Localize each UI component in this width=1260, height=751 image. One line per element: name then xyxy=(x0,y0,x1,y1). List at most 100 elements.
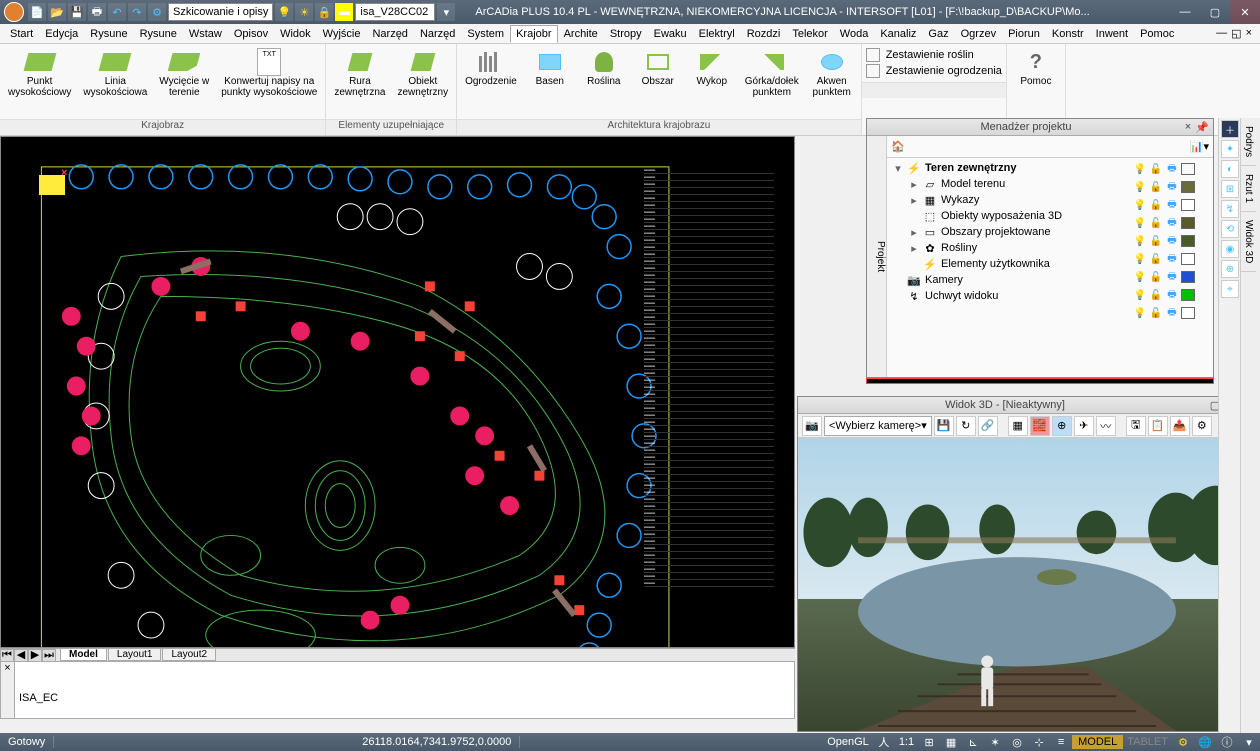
ribbon-button[interactable]: Punktwysokościowy xyxy=(4,48,75,100)
ribbon-button[interactable]: Liniawysokościowa xyxy=(79,48,151,100)
visibility-icon[interactable]: 💡 xyxy=(1133,306,1147,320)
pm-filter-icon[interactable]: 📊▾ xyxy=(1190,140,1209,153)
status-chevron-icon[interactable]: ▾ xyxy=(1238,735,1260,749)
pm-sidebar-tab[interactable]: Projekt xyxy=(867,136,887,377)
status-info-icon[interactable]: ⓘ xyxy=(1216,735,1238,749)
cad-viewport[interactable]: X Y × ——————————————————————————————————… xyxy=(0,136,795,648)
tree-row[interactable]: ⚡Elementy użytkownika xyxy=(889,256,1131,272)
view3d-link-icon[interactable]: 🔗 xyxy=(978,416,998,436)
ribbon-tab-ewaku[interactable]: Ewaku xyxy=(648,25,693,43)
pm-home-icon[interactable]: 🏠 xyxy=(891,140,905,153)
ribbon-tab-rysune[interactable]: Rysune xyxy=(134,25,183,43)
status-snap-icon[interactable]: ⊞ xyxy=(918,735,940,749)
vtb-tool6-icon[interactable]: ◉ xyxy=(1221,240,1239,258)
ribbon-tab-rozdzi[interactable]: Rozdzi xyxy=(741,25,787,43)
view3d-render[interactable] xyxy=(798,438,1240,731)
color-swatch[interactable] xyxy=(1181,235,1195,247)
status-world-icon[interactable]: 🌐 xyxy=(1194,735,1216,749)
ribbon-tab-widok[interactable]: Widok xyxy=(274,25,317,43)
view3d-camera-combo[interactable]: <Wybierz kamerę>▾ xyxy=(824,416,932,436)
print-icon[interactable]: 🖶 xyxy=(1165,162,1179,176)
tree-row[interactable]: ⬚Obiekty wyposażenia 3D xyxy=(889,208,1131,224)
lock-icon[interactable]: 🔓 xyxy=(1149,306,1163,320)
qat-mode-combo[interactable]: Szkicowanie i opisy xyxy=(168,3,273,21)
ribbon-button[interactable]: Wycięcie wterenie xyxy=(155,48,213,100)
vtb-tool1-icon[interactable]: ✦ xyxy=(1221,140,1239,158)
command-line[interactable]: × ISA_EC <Executor id>: 7 Polecenie: xyxy=(0,661,795,719)
color-swatch[interactable] xyxy=(1181,199,1195,211)
lock-icon[interactable]: 🔓 xyxy=(1149,288,1163,302)
lock-icon[interactable]: 🔓 xyxy=(1149,198,1163,212)
close-button[interactable]: ✕ xyxy=(1230,0,1260,24)
ribbon-button[interactable]: Akwenpunktem xyxy=(807,48,857,100)
ribbon-tab-woda[interactable]: Woda xyxy=(834,25,875,43)
qat-redo-icon[interactable]: ↷ xyxy=(128,3,146,21)
lock-icon[interactable]: 🔓 xyxy=(1149,216,1163,230)
lock-icon[interactable]: 🔓 xyxy=(1149,180,1163,194)
view3d-camera-icon[interactable]: 📷 xyxy=(802,416,822,436)
panel-resize-bar[interactable] xyxy=(866,378,1214,384)
ribbon-tab-piorun[interactable]: Piorun xyxy=(1002,25,1046,43)
status-scale[interactable]: 1:1 xyxy=(895,735,918,749)
ribbon-help-button[interactable]: ? Pomoc xyxy=(1011,48,1061,89)
status-opengl[interactable]: OpenGL xyxy=(823,735,873,749)
vtb-tool5-icon[interactable]: ⟲ xyxy=(1221,220,1239,238)
ribbon-button[interactable]: TXTKonwertuj napisy napunkty wysokościow… xyxy=(217,48,321,100)
mdi-close-icon[interactable]: × xyxy=(1246,27,1252,40)
color-swatch[interactable] xyxy=(1181,253,1195,265)
tab-prev-icon[interactable]: ◀ xyxy=(14,649,28,662)
vtb-tool3-icon[interactable]: ⊞ xyxy=(1221,180,1239,198)
tree-row[interactable]: ▸▦Wykazy xyxy=(889,192,1131,208)
ribbon-tab-narzęd[interactable]: Narzęd xyxy=(414,25,461,43)
qat-lock-icon[interactable]: 🔒 xyxy=(315,3,333,21)
ribbon-tab-gaz[interactable]: Gaz xyxy=(922,25,954,43)
panel-close-icon[interactable]: × xyxy=(1181,121,1195,133)
print-icon[interactable]: 🖶 xyxy=(1165,270,1179,284)
visibility-icon[interactable]: 💡 xyxy=(1133,270,1147,284)
qat-print-icon[interactable]: 🖶 xyxy=(88,3,106,21)
ribbon-tab-konstr[interactable]: Konstr xyxy=(1046,25,1090,43)
ribbon-tab-wyjście[interactable]: Wyjście xyxy=(317,25,367,43)
command-close-icon[interactable]: × xyxy=(1,662,15,718)
view3d-fly-icon[interactable]: ✈ xyxy=(1074,416,1094,436)
ribbon-tab-pomoc[interactable]: Pomoc xyxy=(1134,25,1180,43)
panel-titlebar[interactable]: Widok 3D - [Nieaktywny] ▢ × xyxy=(798,397,1240,414)
color-swatch[interactable] xyxy=(1181,217,1195,229)
ribbon-button[interactable]: Roślina xyxy=(579,48,629,89)
viewport-close-icon[interactable]: × xyxy=(61,167,67,179)
view3d-save2-icon[interactable]: 🖫 xyxy=(1126,416,1146,436)
view3d-wall-icon[interactable]: 🧱 xyxy=(1030,416,1050,436)
ribbon-list-button[interactable]: Zestawienie roślin xyxy=(866,48,1002,62)
lock-icon[interactable]: 🔓 xyxy=(1149,162,1163,176)
vtb-plus-icon[interactable]: ＋ xyxy=(1221,120,1239,138)
view3d-settings-icon[interactable]: ⚙ xyxy=(1192,416,1212,436)
status-ortho-icon[interactable]: ⊾ xyxy=(962,735,984,749)
color-swatch[interactable] xyxy=(1181,163,1195,175)
color-swatch[interactable] xyxy=(1181,289,1195,301)
color-swatch[interactable] xyxy=(1181,271,1195,283)
ribbon-tab-opisov[interactable]: Opisov xyxy=(228,25,274,43)
minimize-button[interactable]: — xyxy=(1170,0,1200,24)
print-icon[interactable]: 🖶 xyxy=(1165,288,1179,302)
vtb-tool7-icon[interactable]: ⊕ xyxy=(1221,260,1239,278)
status-tablet[interactable]: TABLET xyxy=(1123,735,1172,749)
ribbon-tab-kanaliz[interactable]: Kanaliz xyxy=(874,25,922,43)
tab-last-icon[interactable]: ⏭ xyxy=(42,649,56,662)
ribbon-button[interactable]: Ogrodzenie xyxy=(461,48,521,89)
tab-first-icon[interactable]: ⏮ xyxy=(0,649,14,662)
ribbon-tab-narzęd[interactable]: Narzęd xyxy=(366,25,413,43)
vtb-tool2-icon[interactable]: ◐ xyxy=(1221,160,1239,178)
view3d-save-icon[interactable]: 💾 xyxy=(934,416,954,436)
ribbon-tab-start[interactable]: Start xyxy=(4,25,39,43)
visibility-icon[interactable]: 💡 xyxy=(1133,216,1147,230)
status-model[interactable]: MODEL xyxy=(1072,735,1123,749)
vertical-tab[interactable]: Podrys xyxy=(1241,118,1256,166)
ribbon-list-button[interactable]: Zestawienie ogrodzenia xyxy=(866,64,1002,78)
print-icon[interactable]: 🖶 xyxy=(1165,306,1179,320)
layout-tab[interactable]: Model xyxy=(60,649,107,661)
view3d-orbit-icon[interactable]: ⊕ xyxy=(1052,416,1072,436)
panel-titlebar[interactable]: Menadżer projektu × 📌 xyxy=(867,119,1213,136)
visibility-icon[interactable]: 💡 xyxy=(1133,288,1147,302)
ribbon-tab-edycja[interactable]: Edycja xyxy=(39,25,84,43)
status-osnap-icon[interactable]: ◎ xyxy=(1006,735,1028,749)
